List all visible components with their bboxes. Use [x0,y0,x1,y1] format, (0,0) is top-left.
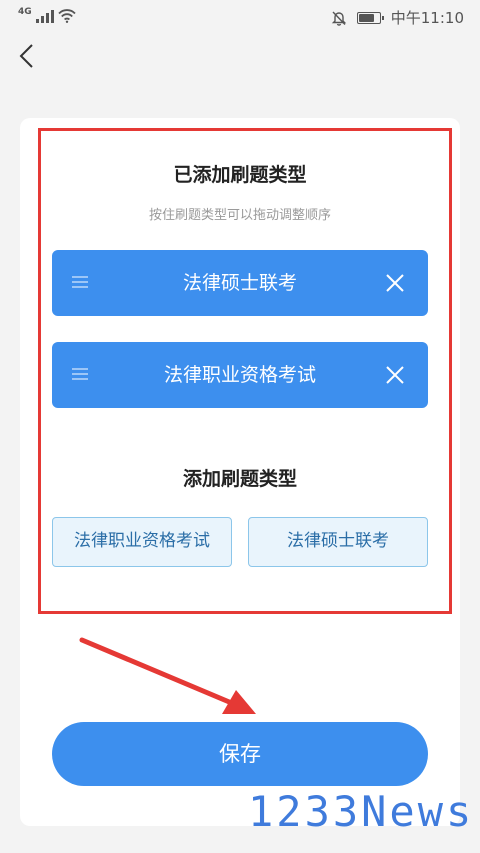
status-left: 4G [18,8,76,23]
add-types-title: 添加刷题类型 [182,468,297,490]
wifi-icon [58,9,76,23]
available-type-option[interactable]: 法律硕士联考 [248,517,428,567]
watermark-logo: 1233News [248,787,475,836]
added-type-label: 法律职业资格考试 [163,364,316,386]
close-icon[interactable] [382,362,408,388]
battery-icon [356,11,384,24]
signal-icon [35,9,54,23]
chevron-left-icon [19,44,33,68]
added-type-item[interactable]: 法律硕士联考 [52,250,428,316]
battery-fill [358,13,374,22]
mute-bell-icon [331,11,346,26]
status-right: 中午11:10 [331,7,464,28]
drag-hint: 按住刷题类型可以拖动调整顺序 [148,208,331,223]
clock: 中午11:10 [390,9,464,27]
save-button[interactable]: 保存 [52,722,428,786]
close-icon[interactable] [382,270,408,296]
available-type-option[interactable]: 法律职业资格考试 [52,517,232,567]
added-type-item[interactable]: 法律职业资格考试 [52,342,428,408]
network-type: 4G [18,7,32,17]
status-bar: 4G 中午11:10 [0,0,480,34]
added-types-title: 已添加刷题类型 [173,164,307,186]
back-button[interactable] [14,40,42,72]
added-type-label: 法律硕士联考 [182,272,297,294]
